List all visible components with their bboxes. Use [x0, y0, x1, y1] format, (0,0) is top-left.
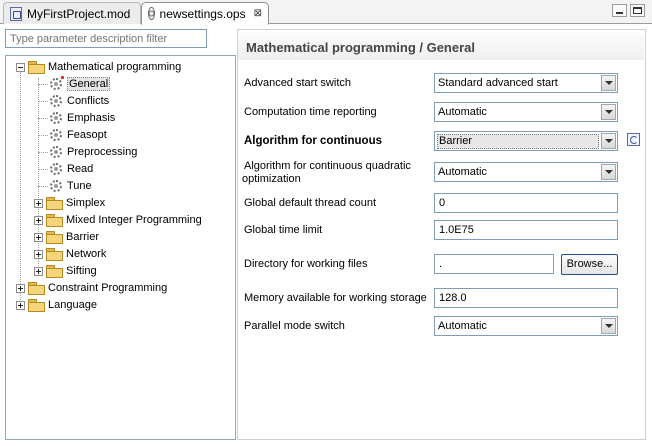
- settings-gear-icon: [50, 163, 62, 175]
- folder-icon: [28, 282, 45, 295]
- chevron-down-icon[interactable]: [601, 133, 616, 149]
- parallel-mode-select[interactable]: Automatic: [434, 316, 618, 336]
- chevron-down-icon[interactable]: [601, 75, 616, 91]
- algorithm-continuous-select[interactable]: Barrier: [434, 131, 618, 151]
- folder-icon: [28, 299, 45, 312]
- algorithm-qp-select[interactable]: Automatic: [434, 162, 618, 182]
- work-dir-input[interactable]: .: [434, 254, 554, 274]
- chevron-down-icon[interactable]: [601, 164, 616, 180]
- tree-item-feasopt[interactable]: Feasopt: [50, 127, 107, 143]
- tree-connector: [38, 169, 48, 170]
- advanced-start-label: Advanced start switch: [244, 77, 351, 89]
- settings-gear-icon: [50, 112, 62, 124]
- tree-connector: [38, 84, 48, 85]
- parallel-mode-label: Parallel mode switch: [244, 320, 345, 332]
- tree-item-simplex[interactable]: Simplex: [34, 195, 105, 211]
- chevron-down-icon[interactable]: [601, 318, 616, 334]
- tree-item-network[interactable]: Network: [34, 246, 106, 262]
- tree-item-mathematical-programming[interactable]: Mathematical programming: [16, 59, 181, 75]
- tree-item-barrier[interactable]: Barrier: [34, 229, 99, 245]
- chevron-down-icon[interactable]: [601, 104, 616, 120]
- parameter-filter-input[interactable]: [5, 29, 207, 48]
- tree-item-mixed-integer-programming[interactable]: Mixed Integer Programming: [34, 212, 202, 228]
- tree-item-general[interactable]: General: [50, 76, 111, 92]
- tab-newsettings[interactable]: newsettings.ops ⊠: [141, 2, 269, 25]
- reset-default-icon[interactable]: [627, 133, 640, 146]
- folder-open-icon: [28, 61, 45, 74]
- time-limit-label: Global time limit: [244, 224, 323, 236]
- tree-item-conflicts[interactable]: Conflicts: [50, 93, 109, 109]
- minimize-icon[interactable]: [612, 4, 627, 17]
- tree-connector: [38, 186, 48, 187]
- time-limit-input[interactable]: 1.0E75: [434, 220, 618, 240]
- tree-connector: [38, 135, 48, 136]
- work-dir-label: Directory for working files: [244, 258, 368, 270]
- tree-item-preprocessing[interactable]: Preprocessing: [50, 144, 137, 160]
- close-icon[interactable]: ⊠: [254, 8, 262, 19]
- settings-gear-icon: [50, 180, 62, 192]
- tab-label: MyFirstProject.mod: [27, 6, 131, 21]
- tree-item-read[interactable]: Read: [50, 161, 93, 177]
- maximize-icon[interactable]: [630, 4, 645, 17]
- tree-connector: [20, 72, 21, 306]
- advanced-start-select[interactable]: Standard advanced start: [434, 73, 618, 93]
- expand-icon[interactable]: [34, 266, 43, 276]
- tree-item-tune[interactable]: Tune: [50, 178, 92, 194]
- tree-item-sifting[interactable]: Sifting: [34, 263, 97, 279]
- tree-connector: [38, 118, 48, 119]
- collapse-icon[interactable]: [16, 62, 25, 72]
- tree-connector: [38, 101, 48, 102]
- settings-gear-icon: [50, 146, 62, 158]
- folder-icon: [46, 265, 63, 278]
- tree-item-constraint-programming[interactable]: Constraint Programming: [16, 280, 167, 296]
- settings-gear-icon: [50, 129, 62, 141]
- folder-icon: [46, 231, 63, 244]
- folder-icon: [46, 214, 63, 227]
- settings-gear-icon: [50, 95, 62, 107]
- tree-item-emphasis[interactable]: Emphasis: [50, 110, 115, 126]
- folder-icon: [46, 248, 63, 261]
- expand-icon[interactable]: [34, 215, 43, 225]
- tree-item-language[interactable]: Language: [16, 297, 97, 313]
- tab-label: newsettings.ops: [159, 6, 246, 21]
- editor-tab-bar: MyFirstProject.mod newsettings.ops ⊠: [0, 0, 652, 25]
- browse-button[interactable]: Browse...: [561, 254, 618, 275]
- mod-file-icon: [10, 6, 22, 21]
- time-reporting-select[interactable]: Automatic: [434, 102, 618, 122]
- time-reporting-label: Computation time reporting: [244, 106, 377, 118]
- thread-count-label: Global default thread count: [244, 197, 377, 209]
- expand-icon[interactable]: [34, 198, 43, 208]
- ops-file-icon: [148, 7, 155, 20]
- page-title: Mathematical programming / General: [246, 40, 476, 55]
- tree-connector: [38, 152, 48, 153]
- algorithm-qp-label-line2: optimization: [242, 173, 301, 185]
- memory-input[interactable]: 128.0: [434, 288, 618, 308]
- memory-label: Memory available for working storage: [244, 292, 427, 304]
- expand-icon[interactable]: [34, 249, 43, 259]
- expand-icon[interactable]: [16, 283, 25, 293]
- folder-icon: [46, 197, 63, 210]
- algorithm-qp-label-line1: Algorithm for continuous quadratic: [244, 160, 411, 172]
- thread-count-input[interactable]: 0: [434, 193, 618, 213]
- expand-icon[interactable]: [16, 300, 25, 310]
- modified-settings-gear-icon: [50, 76, 64, 90]
- algorithm-continuous-label: Algorithm for continuous: [244, 135, 382, 147]
- tab-myfirstproject[interactable]: MyFirstProject.mod: [3, 2, 141, 24]
- expand-icon[interactable]: [34, 232, 43, 242]
